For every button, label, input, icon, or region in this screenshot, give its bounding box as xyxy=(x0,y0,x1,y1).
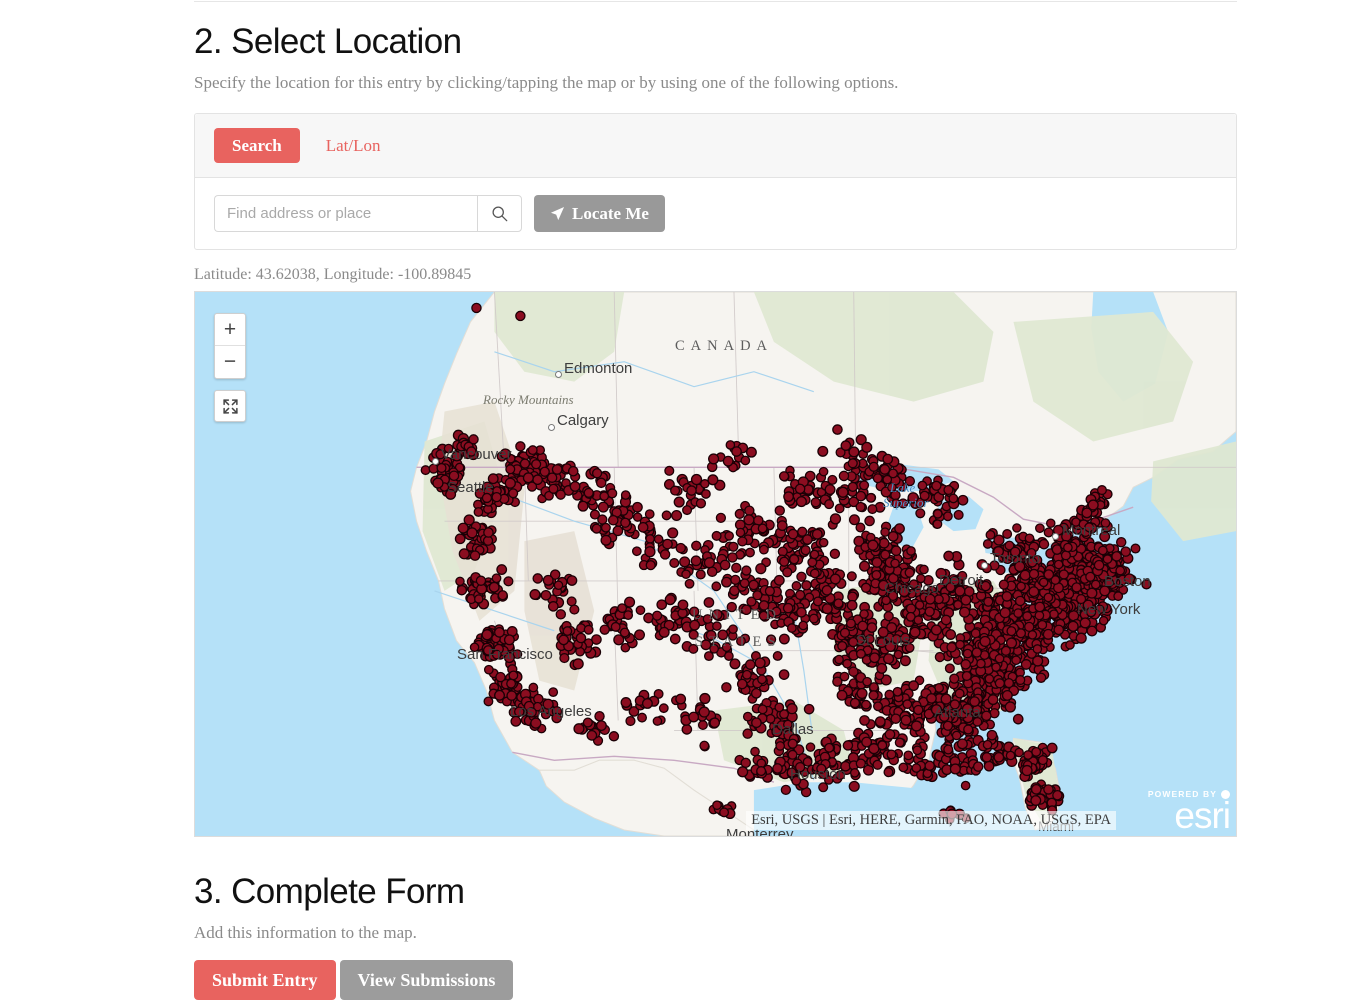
map-city-marker xyxy=(548,424,555,431)
navigation-arrow-icon xyxy=(550,206,565,221)
locate-me-button[interactable]: Locate Me xyxy=(534,195,665,232)
complete-form-title: 3. Complete Form xyxy=(194,872,465,911)
zoom-out-button[interactable]: − xyxy=(215,346,245,378)
map-city-marker xyxy=(555,371,562,378)
tab-search[interactable]: Search xyxy=(214,128,300,163)
locate-me-label: Locate Me xyxy=(572,203,649,223)
zoom-in-button[interactable]: + xyxy=(215,314,245,346)
coordinates-readout: Latitude: 43.62038, Longitude: -100.8984… xyxy=(194,266,472,283)
complete-form-subtitle: Add this information to the map. xyxy=(194,923,417,942)
location-panel-body: Locate Me xyxy=(195,178,1236,249)
location-tabs: Search Lat/Lon xyxy=(195,114,1236,178)
view-submissions-button[interactable]: View Submissions xyxy=(339,960,514,1000)
page-title: 2. Select Location xyxy=(194,22,462,61)
select-location-section: 2. Select Location Specify the location … xyxy=(194,24,1237,837)
map-city-marker xyxy=(432,458,439,465)
search-input[interactable] xyxy=(214,195,477,232)
search-submit-button[interactable] xyxy=(477,195,522,232)
fullscreen-button[interactable] xyxy=(214,390,246,422)
section-subtitle: Specify the location for this entry by c… xyxy=(194,73,899,92)
map-city-marker xyxy=(1052,533,1059,540)
submission-points-layer xyxy=(420,302,1152,825)
panel-above-divider xyxy=(194,0,1237,2)
location-panel: Search Lat/Lon Find address or place Loc… xyxy=(194,113,1237,250)
complete-form-section: 3. Complete Form Add this information to… xyxy=(194,874,1237,1000)
map-canvas[interactable] xyxy=(195,292,1236,836)
location-map[interactable]: CANADA UNITED STATES Edmonton Calgary Vancouv… xyxy=(194,291,1237,837)
submit-entry-button[interactable]: Submit Entry xyxy=(194,960,336,1000)
search-row: Locate Me xyxy=(214,195,1217,232)
tab-latlon[interactable]: Lat/Lon xyxy=(308,128,399,163)
form-actions: Submit Entry View Submissions xyxy=(194,960,1237,1000)
magnifier-icon xyxy=(492,206,508,222)
expand-arrows-icon xyxy=(222,398,238,414)
esri-brand: esri xyxy=(1174,794,1231,836)
map-attribution: Esri, USGS | Esri, HERE, Garmin, FAO, NO… xyxy=(746,811,1116,830)
esri-logo: POWERED BY esri xyxy=(1148,789,1231,836)
search-input-group xyxy=(214,195,522,232)
zoom-controls: + − xyxy=(214,313,246,379)
page-root: 2. Select Location Specify the location … xyxy=(0,0,1367,1007)
map-city-marker xyxy=(981,562,988,569)
